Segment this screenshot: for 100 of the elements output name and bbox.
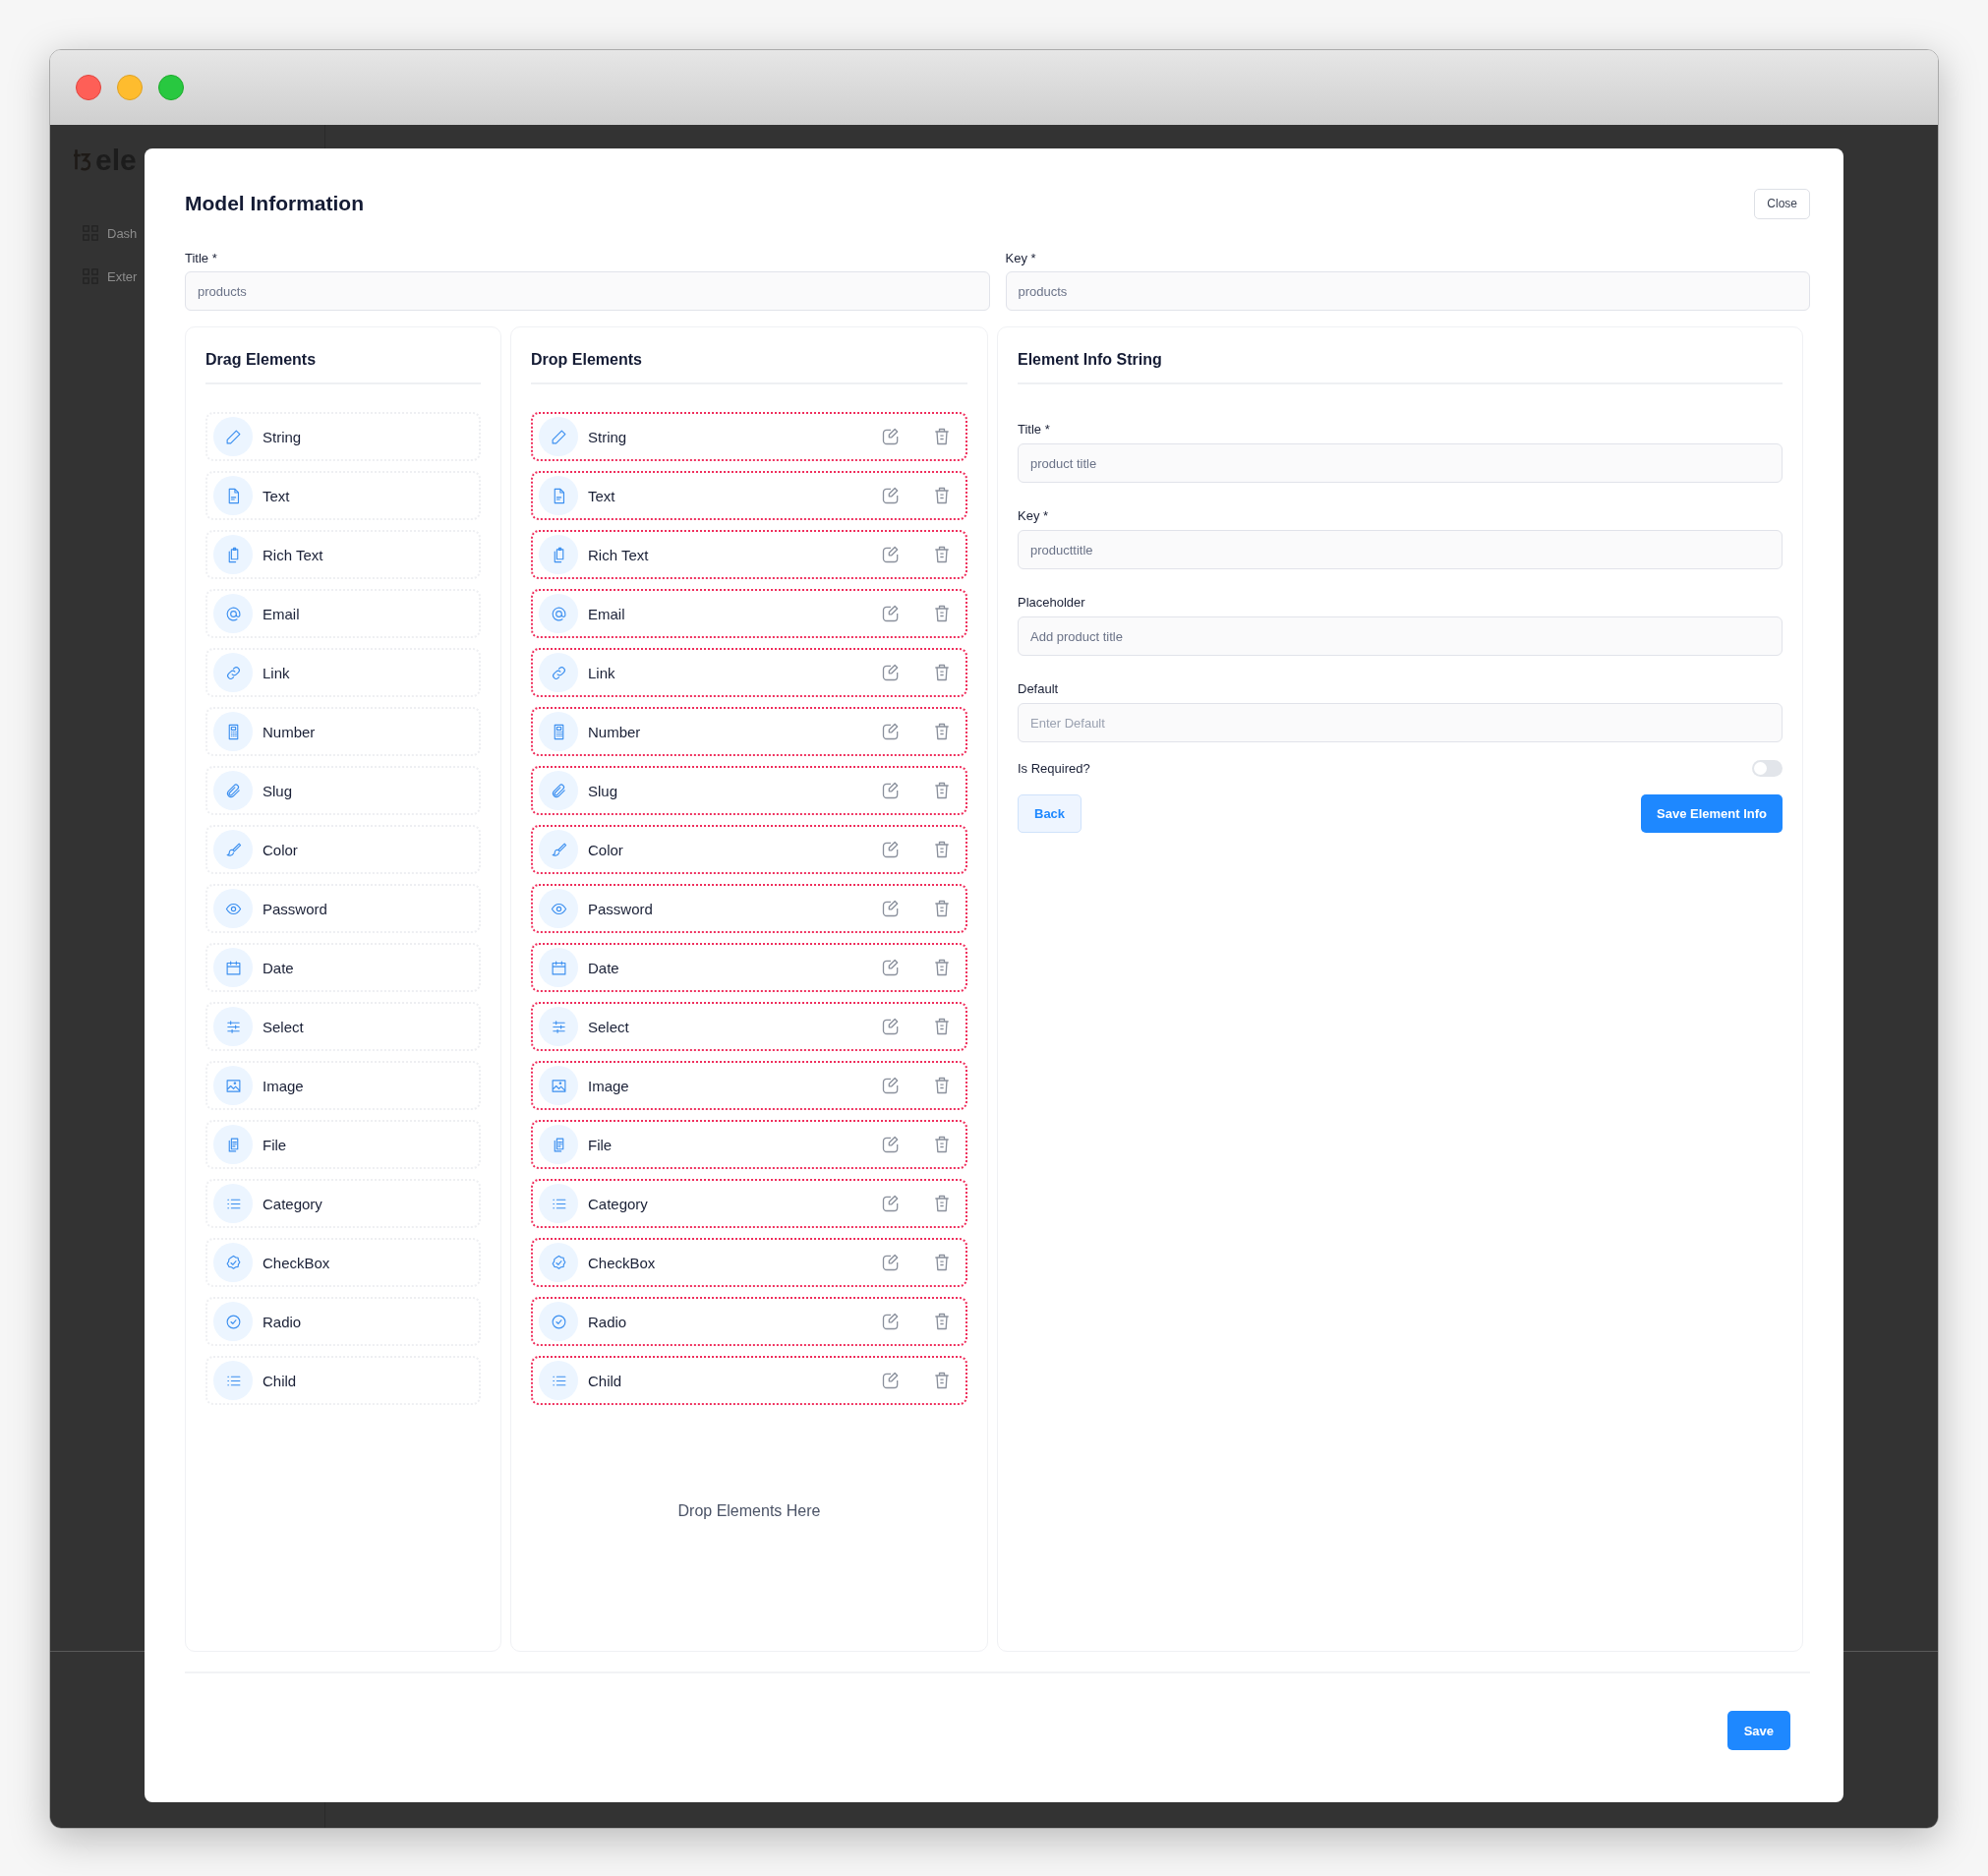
edit-icon[interactable] bbox=[881, 1017, 901, 1036]
trash-icon[interactable] bbox=[932, 1253, 952, 1272]
image-icon bbox=[550, 1077, 567, 1094]
drag-element-item[interactable]: File bbox=[205, 1120, 481, 1169]
trash-icon[interactable] bbox=[932, 1194, 952, 1213]
edit-icon[interactable] bbox=[881, 1312, 901, 1331]
edit-icon[interactable] bbox=[881, 1194, 901, 1213]
pencil-icon bbox=[550, 428, 567, 445]
drag-element-item[interactable]: Number bbox=[205, 707, 481, 756]
brush-icon bbox=[224, 841, 242, 858]
drag-element-item[interactable]: Child bbox=[205, 1356, 481, 1405]
trash-icon[interactable] bbox=[932, 486, 952, 505]
field-label: Placeholder bbox=[1018, 595, 1086, 610]
trash-icon[interactable] bbox=[932, 545, 952, 564]
trash-icon[interactable] bbox=[932, 427, 952, 446]
trash-icon[interactable] bbox=[932, 1017, 952, 1036]
trash-icon[interactable] bbox=[932, 722, 952, 741]
drag-element-item[interactable]: Slug bbox=[205, 766, 481, 815]
field-label: Title * bbox=[185, 251, 218, 265]
close-window-button[interactable] bbox=[76, 75, 101, 100]
dropped-element-label: Rich Text bbox=[588, 546, 650, 563]
dropped-element-label: Email bbox=[588, 605, 626, 622]
edit-icon[interactable] bbox=[881, 1135, 901, 1154]
panel-title: Element Info String bbox=[1018, 351, 1783, 384]
toggle-switch[interactable] bbox=[1752, 760, 1783, 777]
dropped-element-label: Select bbox=[588, 1018, 630, 1035]
input-field[interactable]: products bbox=[1005, 271, 1810, 311]
dropped-element-label: Child bbox=[588, 1372, 623, 1389]
edit-icon[interactable] bbox=[881, 958, 901, 977]
panel-title: Drop Elements bbox=[531, 351, 967, 384]
input-field[interactable]: Add product title bbox=[1018, 616, 1783, 656]
edit-icon[interactable] bbox=[881, 427, 901, 446]
trash-icon[interactable] bbox=[932, 1076, 952, 1095]
nav-item[interactable]: Dash bbox=[107, 225, 138, 241]
drag-element-item[interactable]: Password bbox=[205, 884, 481, 933]
modal-title: Model Information bbox=[185, 192, 364, 215]
trash-icon[interactable] bbox=[932, 899, 952, 918]
edit-icon[interactable] bbox=[881, 781, 901, 800]
drag-element-item[interactable]: Image bbox=[205, 1061, 481, 1110]
paperclip-icon bbox=[550, 782, 567, 799]
trash-icon[interactable] bbox=[932, 1312, 952, 1331]
drag-element-item[interactable]: String bbox=[205, 412, 481, 461]
edit-icon[interactable] bbox=[881, 722, 901, 741]
drag-element-item[interactable]: Link bbox=[205, 648, 481, 697]
link-icon bbox=[224, 664, 242, 681]
maximize-window-button[interactable] bbox=[158, 75, 184, 100]
sliders-icon bbox=[224, 1018, 242, 1035]
dropped-element-label: String bbox=[588, 428, 628, 445]
paperclip-icon bbox=[224, 782, 242, 799]
drag-element-item[interactable]: Text bbox=[205, 471, 481, 520]
drag-element-item[interactable]: Email bbox=[205, 589, 481, 638]
dropped-element-label: Slug bbox=[588, 782, 619, 799]
minimize-window-button[interactable] bbox=[117, 75, 143, 100]
edit-icon[interactable] bbox=[881, 545, 901, 564]
dropped-element-label: Password bbox=[588, 900, 654, 917]
trash-icon[interactable] bbox=[932, 1135, 952, 1154]
dropped-element-label: Link bbox=[588, 664, 616, 681]
trash-icon[interactable] bbox=[932, 663, 952, 682]
edit-icon[interactable] bbox=[881, 1371, 901, 1390]
sliders-icon bbox=[550, 1018, 567, 1035]
drag-element-item[interactable]: Radio bbox=[205, 1297, 481, 1346]
edit-icon[interactable] bbox=[881, 840, 901, 859]
panel-title: Drag Elements bbox=[205, 351, 481, 384]
trash-icon[interactable] bbox=[932, 604, 952, 623]
edit-icon[interactable] bbox=[881, 663, 901, 682]
edit-icon[interactable] bbox=[881, 899, 901, 918]
pencil-icon bbox=[224, 428, 242, 445]
drag-element-item[interactable]: Rich Text bbox=[205, 530, 481, 579]
image-icon bbox=[224, 1077, 242, 1094]
drag-element-item[interactable]: Color bbox=[205, 825, 481, 874]
edit-icon[interactable] bbox=[881, 1076, 901, 1095]
field-label: Title * bbox=[1018, 422, 1051, 437]
edit-icon[interactable] bbox=[881, 486, 901, 505]
drag-element-item[interactable]: Category bbox=[205, 1179, 481, 1228]
dropped-element-label: Color bbox=[588, 841, 624, 858]
trash-icon[interactable] bbox=[932, 781, 952, 800]
trash-icon[interactable] bbox=[932, 1371, 952, 1390]
drag-element-item[interactable]: Select bbox=[205, 1002, 481, 1051]
input-field[interactable]: product title bbox=[1018, 443, 1783, 483]
input-field[interactable]: producttitle bbox=[1018, 530, 1783, 569]
nav-item[interactable]: Exter bbox=[107, 268, 138, 284]
edit-icon[interactable] bbox=[881, 1253, 901, 1272]
edit-icon[interactable] bbox=[881, 604, 901, 623]
input-field[interactable]: products bbox=[185, 271, 990, 311]
close-button[interactable]: Close bbox=[1754, 188, 1810, 219]
link-icon bbox=[550, 664, 567, 681]
drag-element-item[interactable]: Date bbox=[205, 943, 481, 992]
logo-icon bbox=[74, 147, 93, 173]
dropped-element-label: Image bbox=[588, 1077, 630, 1094]
dropped-element-label: Category bbox=[588, 1195, 649, 1212]
at-sign-icon bbox=[224, 605, 242, 622]
field-label: Key * bbox=[1005, 251, 1037, 265]
dropped-element-label: File bbox=[588, 1136, 614, 1153]
at-sign-icon bbox=[550, 605, 567, 622]
drag-element-item[interactable]: CheckBox bbox=[205, 1238, 481, 1287]
trash-icon[interactable] bbox=[932, 840, 952, 859]
trash-icon[interactable] bbox=[932, 958, 952, 977]
input-field[interactable]: Enter Default bbox=[1018, 703, 1783, 742]
calendar-icon bbox=[550, 959, 567, 976]
brush-icon bbox=[550, 841, 567, 858]
